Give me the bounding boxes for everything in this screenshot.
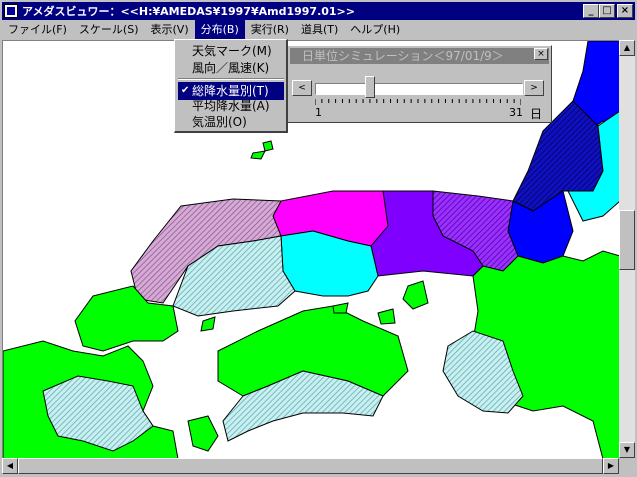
scroll-left-icon[interactable]: ◀ [2, 458, 18, 474]
menu-item-label: 風向／風速(K) [192, 61, 270, 75]
day-slider-ticks [315, 99, 521, 105]
menu-item-wind[interactable]: 風向／風速(K) [178, 59, 284, 77]
simulation-close-button[interactable]: × [534, 48, 548, 60]
size-grip[interactable] [619, 458, 635, 474]
scroll-down-icon[interactable]: ▼ [619, 442, 635, 458]
window-title: アメダスビュワー：<<H:¥AMEDAS¥1997¥Amd1997.01>> [22, 5, 355, 18]
scroll-right-icon[interactable]: ▶ [603, 458, 619, 474]
minimize-button[interactable]: _ [583, 4, 599, 18]
horizontal-scroll-thumb[interactable] [18, 458, 603, 474]
simulation-window: 日単位シミュレーション＜97/01/9＞ × < > 1 31 日 [287, 45, 552, 123]
menu-separator [178, 78, 284, 80]
island-4 [377, 308, 396, 325]
menu-item-label: 総降水量別(T) [192, 84, 269, 98]
close-button[interactable]: × [617, 4, 633, 18]
menu-run[interactable]: 実行(R) [245, 20, 295, 39]
menu-item-weather-mark[interactable]: 天気マーク(M) [178, 42, 284, 60]
simulation-title[interactable]: 日単位シミュレーション＜97/01/9＞ [290, 48, 549, 64]
menu-item-label: 気温別(O) [192, 115, 247, 129]
scroll-up-icon[interactable]: ▲ [619, 40, 635, 56]
menu-tools[interactable]: 道具(T) [295, 20, 344, 39]
vertical-scrollbar[interactable]: ▲ ▼ [619, 40, 635, 458]
menu-item-label: 天気マーク(M) [192, 44, 272, 58]
day-min-label: 1 [315, 106, 322, 119]
island-5 [402, 280, 429, 310]
menu-view[interactable]: 表示(V) [145, 20, 195, 39]
island-3 [332, 302, 349, 314]
menu-scale[interactable]: スケール(S) [73, 20, 145, 39]
menu-item-temperature[interactable]: 気温別(O) [178, 113, 284, 131]
app-icon[interactable] [4, 4, 18, 18]
island-6 [200, 316, 216, 332]
title-bar[interactable]: アメダスビュワー：<<H:¥AMEDAS¥1997¥Amd1997.01>> _… [2, 2, 635, 20]
day-slider-thumb[interactable] [364, 76, 375, 98]
day-unit-label: 日 [530, 107, 543, 121]
region-green-island[interactable] [187, 415, 219, 452]
menu-item-label: 平均降水量(A) [192, 99, 270, 113]
app-window: アメダスビュワー：<<H:¥AMEDAS¥1997¥Amd1997.01>> _… [0, 0, 637, 477]
menu-help[interactable]: ヘルプ(H) [344, 20, 406, 39]
maximize-button[interactable]: □ [599, 4, 615, 18]
menu-bar: ファイル(F) スケール(S) 表示(V) 分布(B) 実行(R) 道具(T) … [2, 20, 635, 39]
vertical-scroll-thumb[interactable] [619, 210, 635, 270]
horizontal-scrollbar[interactable]: ◀ ▶ [2, 458, 619, 474]
day-max-label: 31 [509, 106, 523, 119]
day-prev-button[interactable]: < [292, 80, 312, 96]
island-1 [262, 140, 274, 152]
menu-file[interactable]: ファイル(F) [2, 20, 73, 39]
menu-distribution[interactable]: 分布(B) [194, 20, 245, 39]
distribution-menu: 天気マーク(M) 風向／風速(K) ✔ 総降水量別(T) 平均降水量(A) 気温… [174, 39, 288, 133]
island-2 [250, 150, 266, 160]
day-next-button[interactable]: > [524, 80, 544, 96]
day-slider-track[interactable] [315, 83, 523, 95]
